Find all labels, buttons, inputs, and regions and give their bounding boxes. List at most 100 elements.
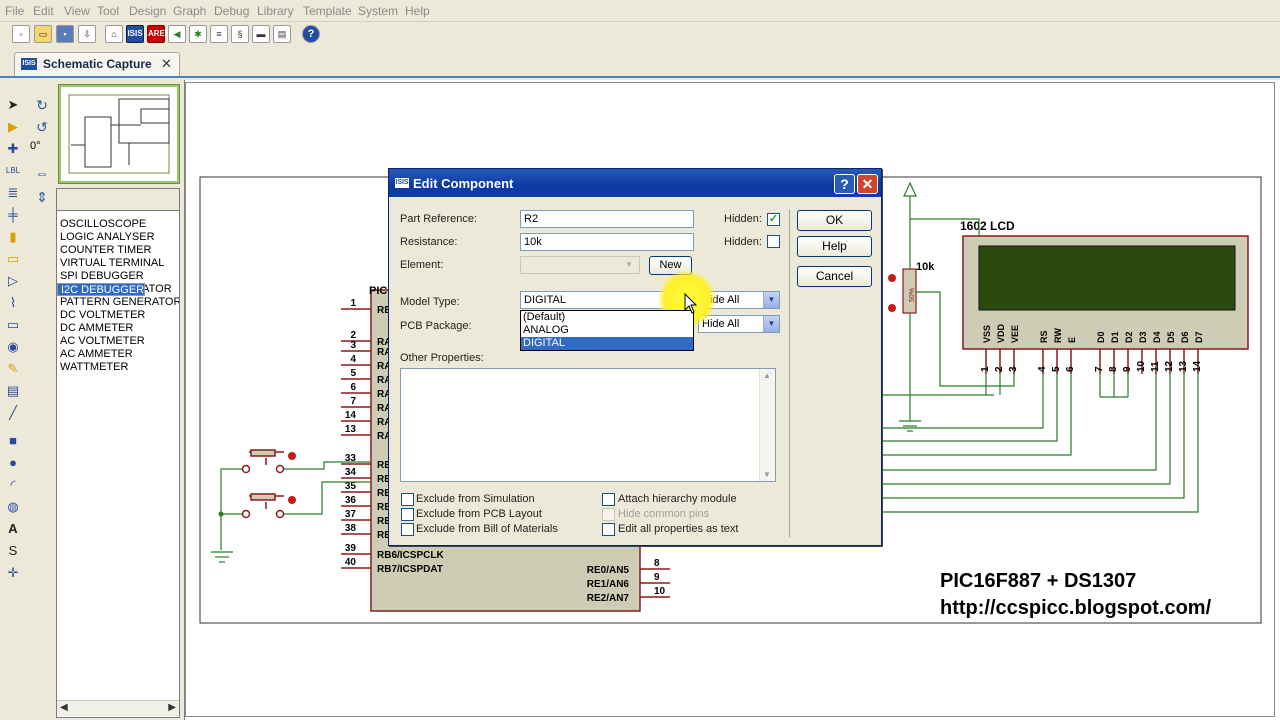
box-icon[interactable]: ■ [4, 432, 22, 450]
overview-window[interactable] [58, 84, 180, 184]
device-item[interactable]: DC VOLTMETER [57, 309, 179, 322]
part-reference-label: Part Reference: [400, 213, 478, 225]
tape-icon[interactable]: ▭ [4, 316, 22, 334]
close-caption-button[interactable]: ✕ [857, 174, 878, 194]
menu-help[interactable]: Help [405, 4, 430, 18]
hidden-checkbox-1[interactable]: ✓ [767, 213, 780, 226]
terminal-icon[interactable]: ▭ [4, 250, 22, 268]
device-item[interactable]: OSCILLOSCOPE [57, 218, 179, 231]
mirror-x-icon[interactable]: ⇔ [32, 164, 52, 182]
exclude-simulation-checkbox[interactable] [401, 493, 414, 506]
model-option[interactable]: ANALOG [521, 324, 693, 337]
arc-icon[interactable]: ◜ [4, 476, 22, 494]
menu-library[interactable]: Library [257, 4, 294, 18]
back-icon[interactable]: ◀ [168, 25, 186, 43]
junction-icon[interactable]: ✚ [4, 140, 22, 158]
menu-edit[interactable]: Edit [33, 4, 54, 18]
component-icon[interactable]: ✱ [189, 25, 207, 43]
wire-label-icon[interactable]: LBL [4, 162, 22, 180]
scroll-left-icon[interactable]: ◀ [60, 702, 68, 713]
chevron-down-icon[interactable]: ▼ [763, 292, 779, 308]
script-icon[interactable]: § [231, 25, 249, 43]
save-icon[interactable]: ▪ [56, 25, 74, 43]
rotate-ccw-icon[interactable]: ↺ [32, 118, 52, 136]
model-option[interactable]: (Default) [521, 311, 693, 324]
ok-button[interactable]: OK [797, 210, 872, 231]
bus-icon[interactable]: ╪ [4, 206, 22, 224]
resistance-field[interactable]: 10k [520, 233, 694, 251]
edit-as-text-checkbox[interactable] [602, 523, 615, 536]
close-icon[interactable]: ✕ [161, 56, 172, 72]
subcircuit-icon[interactable]: ▮ [4, 228, 22, 246]
pin-icon[interactable]: ▷ [4, 272, 22, 290]
textarea-scrollbar[interactable]: ▲ ▼ [759, 369, 775, 481]
attach-hierarchy-checkbox[interactable] [602, 493, 615, 506]
tab-schematic-capture[interactable]: ISIS Schematic Capture ✕ [14, 52, 180, 76]
help-icon[interactable]: ? [302, 25, 320, 43]
device-item-selected[interactable]: I2C DEBUGGER [57, 283, 146, 296]
part-reference-field[interactable]: R2 [520, 210, 694, 228]
device-item[interactable]: VIRTUAL TERMINAL [57, 257, 179, 270]
bom-icon[interactable]: ≡ [210, 25, 228, 43]
graph-icon[interactable]: ⌇ [4, 294, 22, 312]
scroll-right-icon[interactable]: ▶ [168, 702, 176, 713]
ares-icon[interactable]: ARES [147, 25, 170, 43]
menu-file[interactable]: File [5, 4, 24, 18]
netlist-icon[interactable]: ▬ [252, 25, 270, 43]
marker-icon[interactable]: ✛ [4, 564, 22, 582]
element-select[interactable] [520, 256, 640, 274]
device-item[interactable]: AC VOLTMETER [57, 335, 179, 348]
menu-system[interactable]: System [358, 4, 398, 18]
rotate-cw-icon[interactable]: ↻ [32, 96, 52, 114]
device-item[interactable]: AC AMMETER [57, 348, 179, 361]
selection-mode-icon[interactable]: ➤ [4, 96, 22, 114]
component-mode-icon[interactable]: ▶ [4, 118, 22, 136]
import-icon[interactable]: ⇩ [78, 25, 96, 43]
text-script-icon[interactable]: ≣ [4, 184, 22, 202]
exclude-pcb-checkbox[interactable] [401, 508, 414, 521]
scroll-down-icon[interactable]: ▼ [763, 470, 771, 479]
menu-tool[interactable]: Tool [97, 4, 119, 18]
pcb-package-visibility-select[interactable]: Hide All ▼ [698, 315, 780, 333]
circle-icon[interactable]: ● [4, 454, 22, 472]
new-icon[interactable]: ▫ [12, 25, 30, 43]
instrument-icon[interactable]: ▤ [4, 382, 22, 400]
menu-template[interactable]: Template [303, 4, 352, 18]
device-item[interactable]: SPI DEBUGGER [57, 270, 179, 283]
help-button[interactable]: Help [797, 236, 872, 257]
hidden-checkbox-2[interactable] [767, 235, 780, 248]
menu-view[interactable]: View [64, 4, 90, 18]
device-item[interactable]: DC AMMETER [57, 322, 179, 335]
hide-common-pins-checkbox[interactable] [602, 508, 615, 521]
cancel-button[interactable]: Cancel [797, 266, 872, 287]
generator-icon[interactable]: ◉ [4, 338, 22, 356]
path-icon[interactable]: ◍ [4, 498, 22, 516]
text-icon[interactable]: A [4, 520, 22, 538]
symbol-icon[interactable]: S [4, 542, 22, 560]
open-icon[interactable]: ▭ [34, 25, 52, 43]
help-caption-button[interactable]: ? [834, 174, 855, 194]
dialog-titlebar[interactable]: ISIS Edit Component ? ✕ [389, 169, 881, 197]
pot-value: 10k [916, 261, 935, 273]
model-option-selected[interactable]: DIGITAL [521, 337, 693, 350]
model-type-dropdown[interactable]: (Default) ANALOG DIGITAL [520, 310, 694, 351]
device-item[interactable]: COUNTER TIMER [57, 244, 179, 257]
mirror-y-icon[interactable]: ⇕ [32, 188, 52, 206]
chevron-down-icon[interactable]: ▼ [763, 316, 779, 332]
scroll-up-icon[interactable]: ▲ [763, 371, 771, 380]
isis-icon[interactable]: ISIS [126, 25, 144, 43]
menu-graph[interactable]: Graph [173, 4, 206, 18]
menu-design[interactable]: Design [129, 4, 166, 18]
other-properties-textarea[interactable]: ▲ ▼ [400, 368, 776, 482]
home-icon[interactable]: ⌂ [105, 25, 123, 43]
doc-icon[interactable]: ▤ [273, 25, 291, 43]
probe-icon[interactable]: ✎ [4, 360, 22, 378]
device-item[interactable]: WATTMETER [57, 361, 179, 374]
device-list-scrollbar[interactable]: ◀ ▶ [57, 700, 179, 716]
line-icon[interactable]: ╱ [4, 404, 22, 422]
device-list[interactable]: OSCILLOSCOPE LOGIC ANALYSER COUNTER TIME… [56, 188, 180, 718]
device-item[interactable]: LOGIC ANALYSER [57, 231, 179, 244]
exclude-bom-checkbox[interactable] [401, 523, 414, 536]
menu-debug[interactable]: Debug [214, 4, 249, 18]
device-item[interactable]: PATTERN GENERATOR [57, 296, 179, 309]
